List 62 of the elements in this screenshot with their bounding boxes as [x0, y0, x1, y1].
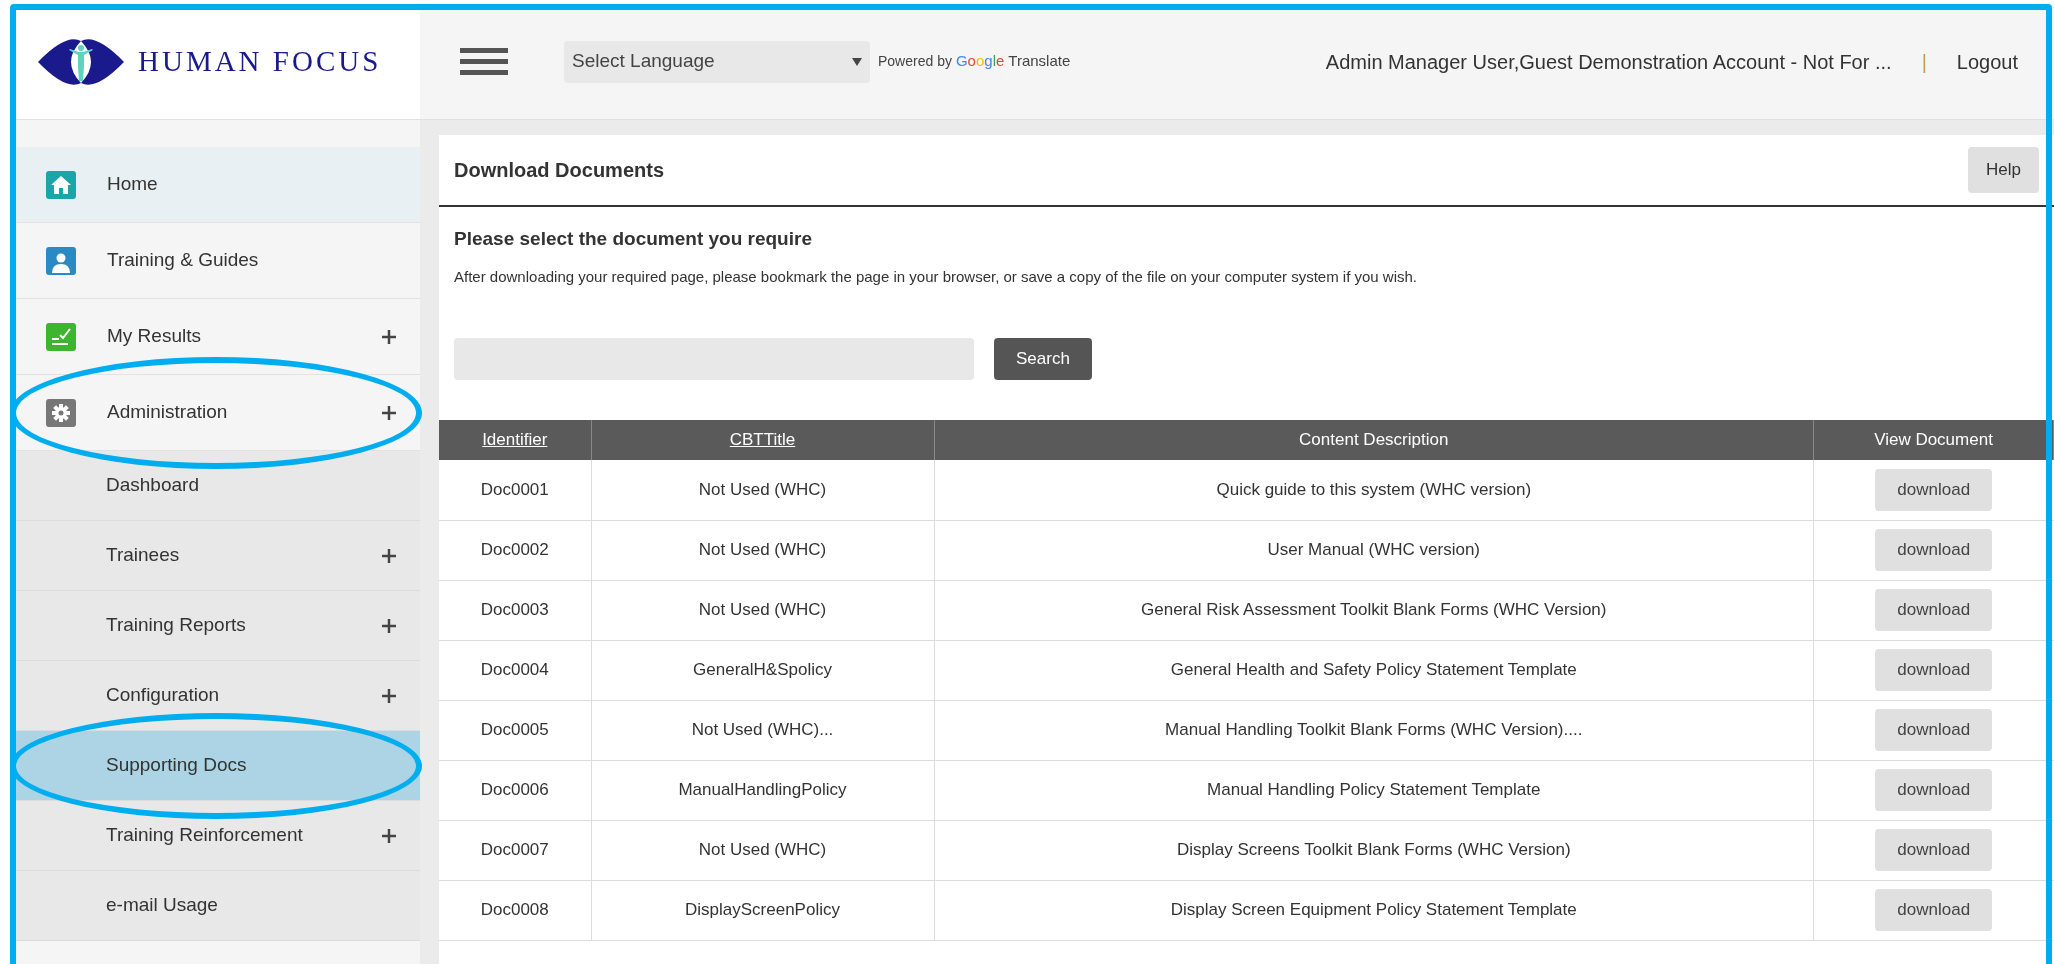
download-button[interactable]: download [1875, 709, 1993, 751]
plus-icon [382, 548, 396, 563]
column-header: Content Description [934, 420, 1814, 460]
table-cell: Manual Handling Policy Statement Template [934, 760, 1814, 820]
plus-icon [382, 828, 396, 843]
table-cell: Doc0003 [439, 580, 591, 640]
table-cell: DisplayScreenPolicy [591, 880, 934, 940]
table-cell: Doc0001 [439, 460, 591, 520]
sortable-column-header[interactable]: Identifier [439, 420, 591, 460]
download-button[interactable]: download [1875, 829, 1993, 871]
separator-text: | [1921, 49, 1927, 75]
column-header: View Document [1813, 420, 2054, 460]
logo-icon [36, 36, 126, 87]
table-cell: General Risk Assessment Toolkit Blank Forms (WHC Version) [934, 580, 1814, 640]
google-logo: Google [955, 51, 1005, 72]
powered-by-text: Powered by [878, 52, 952, 71]
plus-icon [382, 329, 396, 344]
person-icon [46, 246, 76, 275]
table-cell: Display Screens Toolkit Blank Forms (WHC Version) [934, 820, 1814, 880]
table-cell: Doc0002 [439, 520, 591, 580]
user-name: Admin Manager User,Guest Demonstration Account - Not For ... [1325, 49, 1892, 75]
download-button[interactable]: download [1875, 889, 1993, 931]
table-cell: Doc0008 [439, 880, 591, 940]
table-cell: Doc0004 [439, 640, 591, 700]
plus-icon [382, 405, 396, 420]
intro-text: After downloading your required page, please bookmark the page in your browser, or save a copy of the file on your computer system if you wish. [454, 266, 1419, 287]
table-cell: Not Used (WHC) [591, 820, 934, 880]
menu-button[interactable] [460, 48, 508, 75]
logo-text: HUMAN FOCUS [138, 43, 382, 79]
table-cell: Not Used (WHC) [591, 580, 934, 640]
download-button[interactable]: download [1875, 529, 1993, 571]
logout-link[interactable]: Logout [1956, 46, 2018, 77]
table-cell: ManualHandlingPolicy [591, 760, 934, 820]
home-icon [46, 170, 76, 199]
table-cell: Not Used (WHC)... [591, 700, 934, 760]
table-cell: GeneralH&Spolicy [591, 640, 934, 700]
table-cell: Manual Handling Toolkit Blank Forms (WHC Version).... [934, 700, 1814, 760]
table-cell: Not Used (WHC) [591, 460, 934, 520]
download-button[interactable]: download [1875, 469, 1993, 511]
sortable-column-header[interactable]: CBTTitle [591, 420, 934, 460]
table-cell: User Manual (WHC version) [934, 520, 1814, 580]
language-select[interactable]: Select Language [564, 40, 870, 83]
download-button[interactable]: download [1875, 589, 1993, 631]
table-cell: Doc0006 [439, 760, 591, 820]
plus-icon [382, 618, 396, 633]
help-button[interactable]: Help [1968, 147, 2039, 193]
checklist-icon [46, 322, 76, 351]
table-cell: Display Screen Equipment Policy Statement Template [934, 880, 1814, 940]
download-button[interactable]: download [1875, 769, 1993, 811]
download-button[interactable]: download [1875, 649, 1993, 691]
gear-icon [46, 398, 76, 427]
table-cell: Doc0007 [439, 820, 591, 880]
dropdown-arrow-icon [852, 57, 862, 66]
table-cell: Quick guide to this system (WHC version) [934, 460, 1814, 520]
translate-text: Translate [1008, 51, 1071, 72]
table-cell: General Health and Safety Policy Statement Template [934, 640, 1814, 700]
panel-title: Download Documents [454, 158, 664, 183]
table-cell: Doc0005 [439, 700, 591, 760]
section-heading: Please select the document you require [454, 227, 813, 251]
table-cell: Not Used (WHC) [591, 520, 934, 580]
plus-icon [382, 688, 396, 703]
search-button[interactable]: Search [994, 338, 1092, 380]
